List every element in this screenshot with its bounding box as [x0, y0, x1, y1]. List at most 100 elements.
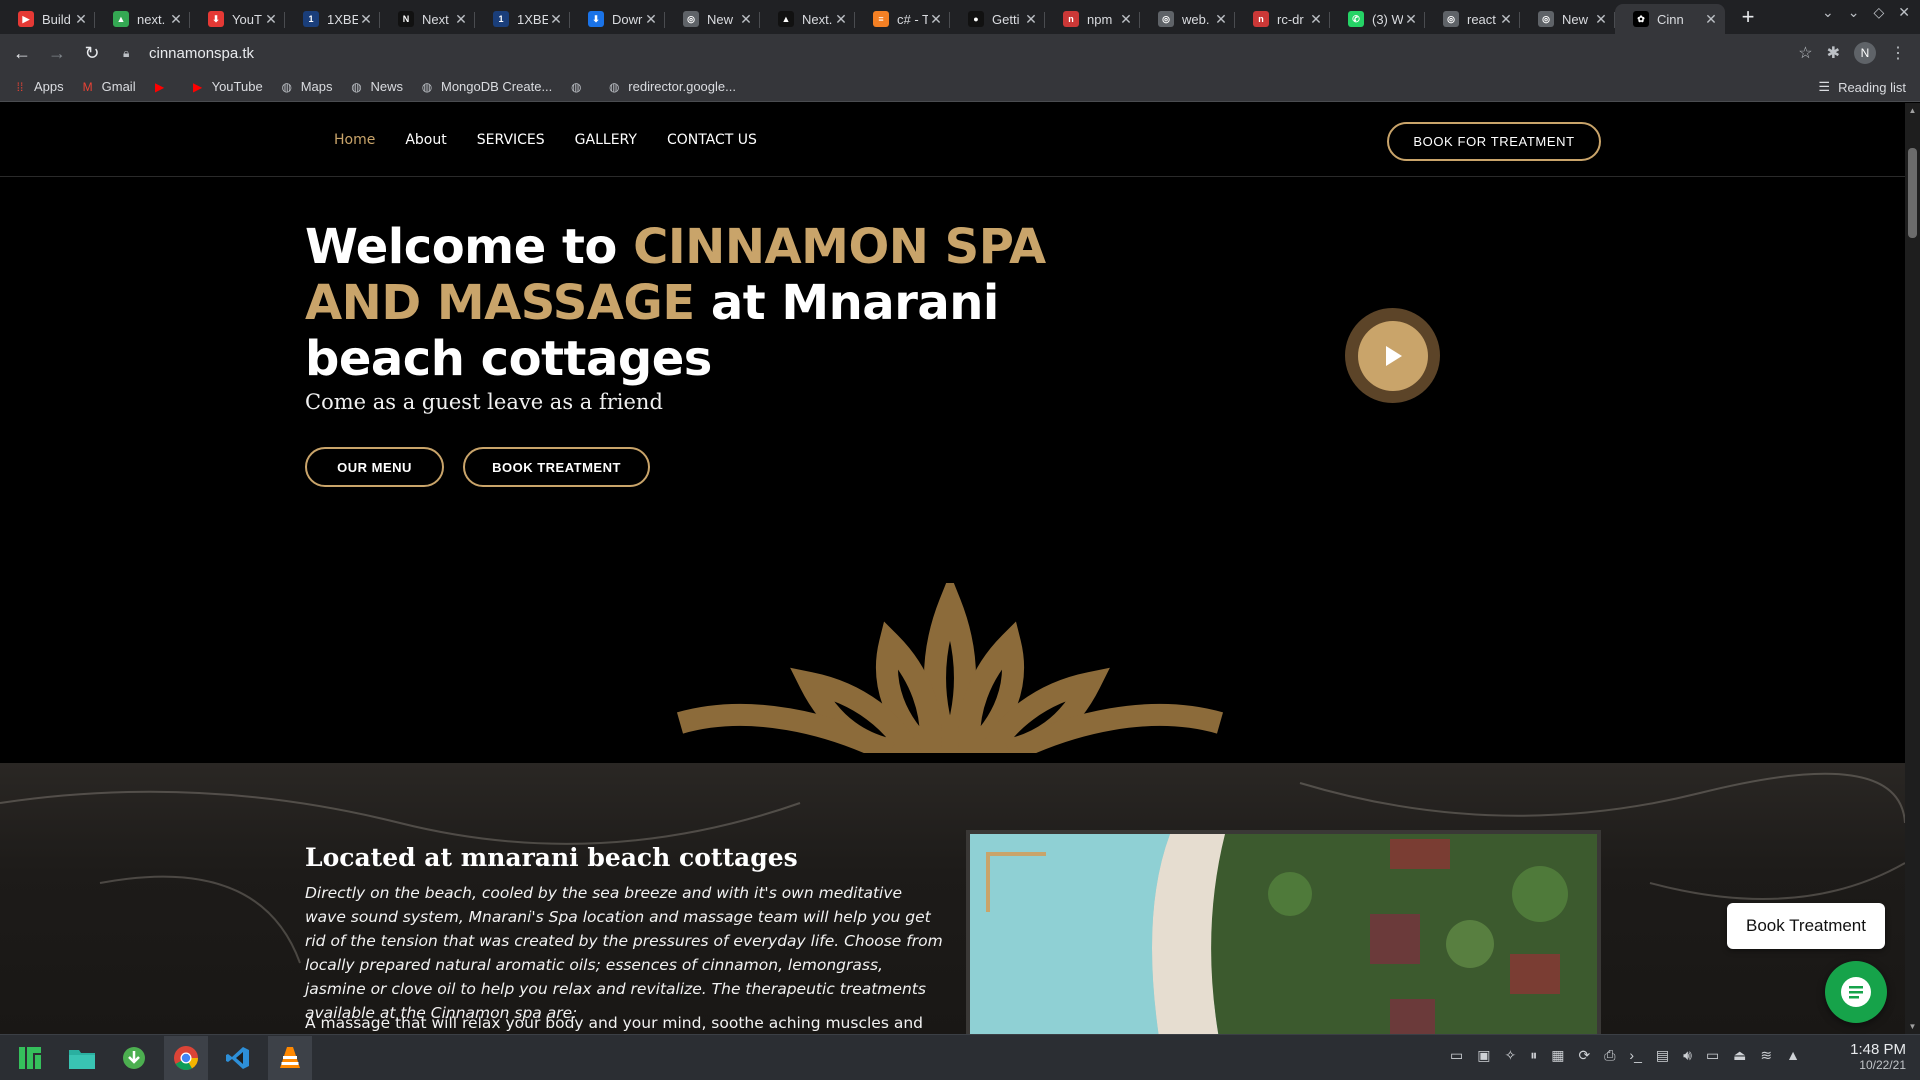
update-icon[interactable]: ⟳: [1578, 1047, 1590, 1064]
browser-tab[interactable]: ◎ New ✕: [1520, 4, 1615, 34]
browser-tab[interactable]: ⬇ YouT ✕: [190, 4, 285, 34]
tab-close-icon[interactable]: ✕: [1403, 11, 1419, 28]
media-pause-icon[interactable]: ⏸: [1530, 1047, 1537, 1064]
vlc-icon[interactable]: [268, 1035, 312, 1080]
reading-list-button[interactable]: ☰ Reading list: [1818, 79, 1906, 95]
play-button-core[interactable]: [1357, 320, 1428, 391]
tab-close-icon[interactable]: ✕: [358, 11, 374, 28]
browser-tab[interactable]: ▲ Next. ✕: [760, 4, 855, 34]
browser-tab[interactable]: ✆ (3) W ✕: [1330, 4, 1425, 34]
bookmark-item[interactable]: ◍ MongoDB Create...: [419, 79, 553, 95]
our-menu-button[interactable]: OUR MENU: [305, 447, 444, 487]
tab-close-icon[interactable]: ✕: [1023, 11, 1039, 28]
file-manager-icon[interactable]: [60, 1036, 104, 1080]
browser-tab[interactable]: N Next ✕: [380, 4, 475, 34]
browser-tab[interactable]: ▲ next. ✕: [95, 4, 190, 34]
bookmark-star-icon[interactable]: ☆: [1798, 43, 1812, 63]
back-arrow-icon[interactable]: ←: [9, 43, 35, 64]
manjaro-icon[interactable]: [8, 1036, 52, 1080]
address-bar[interactable]: 🔒︎ cinnamonspa.tk: [117, 38, 1798, 68]
battery-icon[interactable]: ▭: [1706, 1047, 1719, 1064]
bookmark-item[interactable]: ◍ News: [348, 79, 403, 95]
forward-arrow-icon[interactable]: →: [44, 43, 70, 64]
system-clock[interactable]: 1:48 PM 10/22/21: [1850, 1041, 1906, 1072]
browser-menu-icon[interactable]: ⋮: [1890, 43, 1906, 63]
video-play-button[interactable]: [1345, 308, 1440, 403]
os-taskbar: ▭ ▣ ✧ ⏸ ▦ ⟳ ⎙ ›_ ▤ 🔊︎ ▭ ⏏ ≋ ▲ 1:48 PM 10…: [0, 1034, 1920, 1080]
chrome-icon[interactable]: [164, 1035, 208, 1080]
url-text[interactable]: cinnamonspa.tk: [149, 45, 254, 62]
tab-close-icon[interactable]: ✕: [738, 11, 754, 28]
tab-close-icon[interactable]: ✕: [1703, 11, 1719, 28]
tab-close-icon[interactable]: ✕: [1498, 11, 1514, 28]
wifi-icon[interactable]: ≋: [1760, 1047, 1772, 1064]
lock-icon[interactable]: 🔒︎: [123, 46, 141, 61]
nav-link-home[interactable]: Home: [334, 132, 375, 148]
terminal-icon[interactable]: ›_: [1629, 1047, 1641, 1064]
floating-book-treatment-button[interactable]: Book Treatment: [1727, 903, 1885, 949]
scroll-up-arrow-icon[interactable]: ▲: [1908, 106, 1917, 115]
reload-icon[interactable]: ↻: [79, 43, 105, 64]
tab-close-icon[interactable]: ✕: [453, 11, 469, 28]
storage-icon[interactable]: ⏏: [1733, 1047, 1746, 1064]
browser-tab[interactable]: ● Getti ✕: [950, 4, 1045, 34]
notifications-icon[interactable]: ✧: [1505, 1047, 1517, 1064]
tab-close-icon[interactable]: ✕: [1593, 11, 1609, 28]
new-tab-plus-icon[interactable]: +: [1731, 4, 1765, 30]
nav-link-gallery[interactable]: GALLERY: [575, 132, 637, 148]
show-desktop-icon[interactable]: ▭: [1450, 1047, 1463, 1064]
tab-close-icon[interactable]: ✕: [1308, 11, 1324, 28]
browser-tab[interactable]: ✿ Cinn ✕: [1615, 4, 1725, 34]
workspace-icon[interactable]: ▣: [1477, 1047, 1490, 1064]
tab-close-icon[interactable]: ✕: [1118, 11, 1134, 28]
bookmark-item[interactable]: ◍ redirector.google...: [606, 79, 736, 95]
tab-close-icon[interactable]: ✕: [643, 11, 659, 28]
volume-icon[interactable]: 🔊︎: [1683, 1047, 1692, 1064]
book-treatment-button[interactable]: BOOK TREATMENT: [463, 447, 650, 487]
tab-title: Dowr: [612, 11, 643, 27]
bookmark-item[interactable]: ▶ YouTube: [190, 79, 263, 95]
tab-close-icon[interactable]: ✕: [263, 11, 279, 28]
browser-tab[interactable]: ⬇ Dowr ✕: [570, 4, 665, 34]
bookmark-item[interactable]: ◍ Maps: [279, 79, 332, 95]
browser-tab[interactable]: ≡ c# - T ✕: [855, 4, 950, 34]
tray-expand-icon[interactable]: ▲: [1786, 1047, 1800, 1064]
nav-link-services[interactable]: SERVICES: [477, 132, 545, 148]
tab-search-chevron-icon[interactable]: ⌄: [1822, 4, 1834, 21]
chat-widget-button[interactable]: [1825, 961, 1887, 1023]
tab-close-icon[interactable]: ✕: [1213, 11, 1229, 28]
teams-icon[interactable]: ▦: [1551, 1047, 1564, 1064]
tab-close-icon[interactable]: ✕: [833, 11, 849, 28]
browser-tab[interactable]: ▶ Build ✕: [0, 4, 95, 34]
tab-close-icon[interactable]: ✕: [548, 11, 564, 28]
close-window-icon[interactable]: ✕: [1898, 4, 1910, 21]
book-for-treatment-button[interactable]: BOOK FOR TREATMENT: [1387, 122, 1601, 161]
page-scrollbar[interactable]: ▲ ▼: [1905, 103, 1920, 1034]
tab-close-icon[interactable]: ✕: [928, 11, 944, 28]
bookmark-item[interactable]: ▶: [152, 79, 174, 95]
minimize-chevron-icon[interactable]: ⌄: [1848, 4, 1860, 21]
bookmark-item[interactable]: ◍: [568, 79, 590, 95]
browser-tab[interactable]: n npm ✕: [1045, 4, 1140, 34]
tab-close-icon[interactable]: ✕: [168, 11, 184, 28]
nav-link-contact[interactable]: CONTACT US: [667, 132, 757, 148]
browser-tab[interactable]: 1 1XBE ✕: [475, 4, 570, 34]
extensions-puzzle-icon[interactable]: ✱: [1827, 43, 1840, 63]
tab-close-icon[interactable]: ✕: [73, 11, 89, 28]
bookmark-item[interactable]: M Gmail: [80, 79, 136, 95]
browser-tab[interactable]: ◎ web. ✕: [1140, 4, 1235, 34]
scroll-down-arrow-icon[interactable]: ▼: [1908, 1022, 1917, 1031]
nav-link-about[interactable]: About: [405, 132, 446, 148]
scrollbar-thumb[interactable]: [1908, 148, 1917, 238]
browser-tab[interactable]: ◎ react ✕: [1425, 4, 1520, 34]
vscode-icon[interactable]: [216, 1036, 260, 1080]
browser-tab[interactable]: ◎ New ✕: [665, 4, 760, 34]
bookmark-item[interactable]: ⁞⁞ Apps: [12, 79, 64, 95]
browser-tab[interactable]: n rc-dr ✕: [1235, 4, 1330, 34]
window-restore-icon[interactable]: ◇: [1873, 4, 1884, 21]
profile-avatar[interactable]: N: [1854, 42, 1876, 64]
browser-tab[interactable]: 1 1XBE ✕: [285, 4, 380, 34]
clipboard-icon[interactable]: ▤: [1656, 1047, 1669, 1064]
download-icon[interactable]: [112, 1036, 156, 1080]
printer-icon[interactable]: ⎙: [1604, 1047, 1615, 1064]
